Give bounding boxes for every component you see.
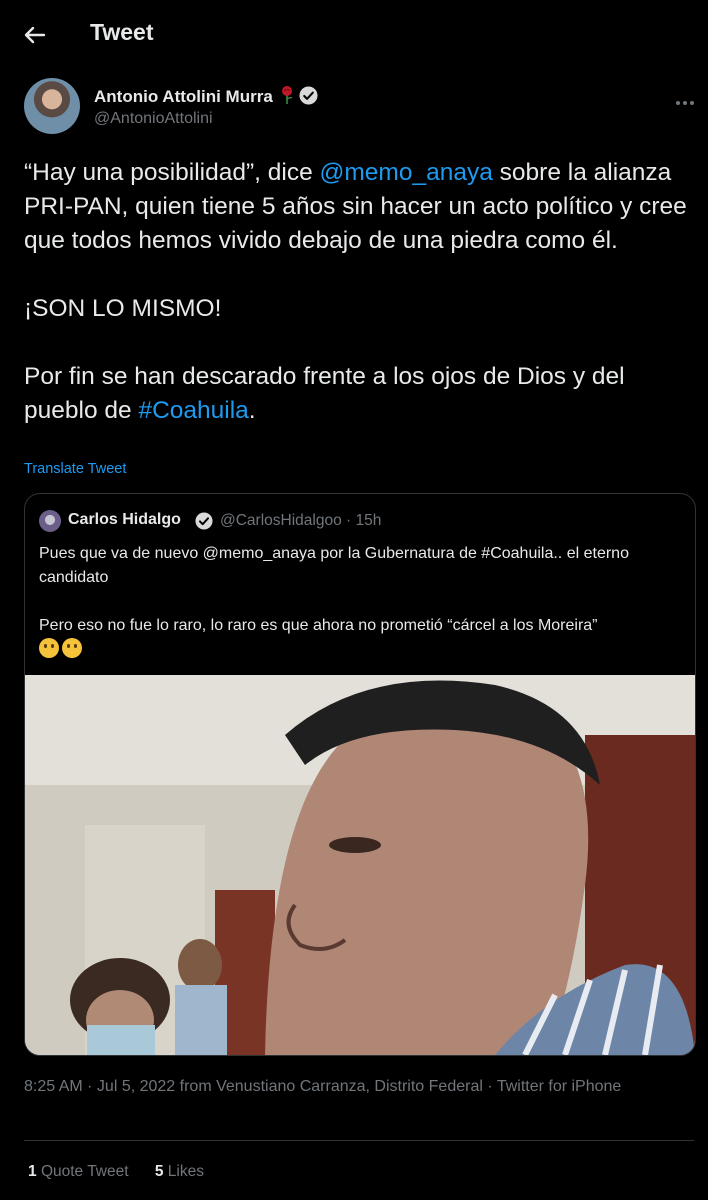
author-handle[interactable]: @AntonioAttolini [94, 110, 213, 128]
tweet-paragraph-2: ¡SON LO MISMO! [24, 295, 222, 322]
verified-badge-icon [195, 512, 213, 530]
quoted-tweet-text: Pues que va de nuevo @memo_anaya por la … [39, 542, 679, 662]
shushing-emoji-icon [62, 638, 82, 658]
author-avatar[interactable] [24, 78, 80, 134]
quoted-tweet-media[interactable] [25, 675, 695, 1055]
tweet-author: Antonio Attolini Murra @AntonioAttolini [24, 78, 694, 138]
author-name[interactable]: Antonio Attolini Murra [94, 87, 273, 106]
quoted-text-paragraph-1: Pues que va de nuevo @memo_anaya por la … [39, 545, 629, 586]
media-photo [25, 675, 695, 1055]
likes-count: 5 [154, 1163, 164, 1180]
thinking-emoji-icon [39, 638, 59, 658]
verified-badge-icon [299, 86, 318, 105]
quote-label: Quote Tweet [40, 1163, 129, 1180]
back-button[interactable] [18, 18, 52, 52]
quoted-author-name: Carlos Hidalgo [68, 511, 181, 528]
quote-count: 1 [28, 1163, 37, 1180]
tweet-text-segment: “Hay una posibilidad”, dice [24, 159, 320, 186]
quoted-emoji-row [39, 638, 679, 662]
quoted-author-avatar [39, 510, 61, 532]
quoted-tweet[interactable]: Carlos Hidalgo @CarlosHidalgoo · 15h Pue… [24, 493, 696, 1056]
author-name-row[interactable]: Antonio Attolini Murra [94, 85, 318, 107]
rose-icon [281, 86, 293, 104]
back-arrow-icon [24, 26, 46, 44]
mention-link[interactable]: @memo_anaya [320, 159, 493, 186]
translate-tweet-link[interactable]: Translate Tweet [24, 461, 126, 477]
tweet-timestamp: 8:25 AM · Jul 5, 2022 from Venustiano Ca… [24, 1078, 622, 1095]
page-title: Tweet [90, 19, 154, 45]
tweet-paragraph-1: “Hay una posibilidad”, dice @memo_anaya … [24, 156, 694, 258]
quoted-author-handle-time: @CarlosHidalgoo · 15h [220, 512, 382, 529]
tweet-stats: 1 Quote Tweet 5 Likes [28, 1163, 226, 1181]
quoted-text-paragraph-2: Pero eso no fue lo raro, lo raro es que … [39, 617, 598, 634]
top-bar: Tweet [0, 0, 708, 68]
tweet-paragraph-3: Por fin se han descarado frente a los oj… [24, 360, 694, 428]
tweet-body: “Hay una posibilidad”, dice @memo_anaya … [24, 156, 694, 428]
likes-stat[interactable]: 5 Likes [155, 1163, 204, 1180]
more-icon[interactable] [676, 92, 702, 105]
likes-label: Likes [167, 1163, 204, 1180]
quote-tweets-stat[interactable]: 1 Quote Tweet [28, 1163, 129, 1180]
tweet-text-segment: Por fin se han descarado frente a los oj… [24, 363, 625, 424]
hashtag-link[interactable]: #Coahuila [138, 397, 248, 424]
tweet-text-segment: . [248, 397, 256, 424]
quoted-tweet-header: Carlos Hidalgo @CarlosHidalgoo · 15h [39, 510, 679, 532]
divider [24, 1140, 694, 1141]
